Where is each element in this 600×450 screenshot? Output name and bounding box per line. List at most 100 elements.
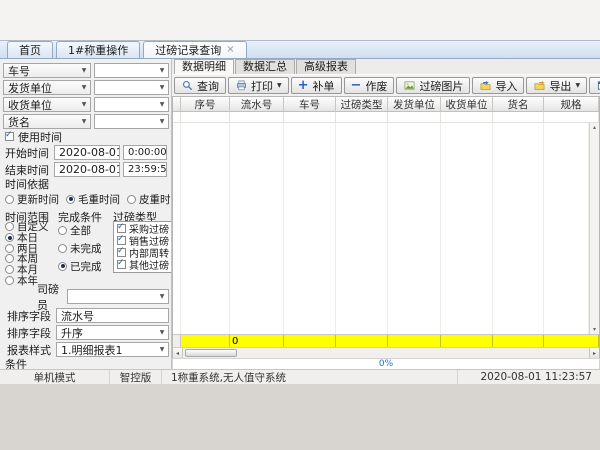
finish-state-label: 完成条件 (58, 209, 110, 219)
vehicle-field-label: 车号 (8, 63, 30, 78)
start-time-row: 开始时间 2020-08-01 ▼ 0:00:00 ▴ ▾ (3, 145, 169, 160)
col-seq[interactable]: 序号 (181, 97, 230, 112)
void-button[interactable]: − 作废 (344, 77, 395, 94)
vertical-scrollbar[interactable]: ▴ ▾ (589, 123, 599, 334)
radio-custom-range[interactable] (5, 222, 14, 231)
start-time-spinner[interactable]: 0:00:00 ▴ ▾ (123, 145, 167, 160)
receiver-value-combo[interactable]: ▼ (94, 97, 169, 112)
chevron-down-icon[interactable]: ▼ (156, 346, 168, 353)
chevron-down-icon[interactable]: ▼ (277, 82, 282, 89)
radio-this-week[interactable] (5, 254, 14, 263)
chevron-down-icon[interactable]: ▼ (78, 67, 90, 74)
shipper-field-select[interactable]: 发货单位 ▼ (3, 80, 91, 95)
chevron-down-icon[interactable]: ▼ (78, 118, 90, 125)
col-shipper[interactable]: 发货单位 (388, 97, 441, 112)
status-edition: 智控版 (110, 370, 162, 384)
checkbox-other-weigh[interactable] (117, 260, 126, 269)
sort-field-input[interactable]: 流水号 (56, 308, 169, 323)
chevron-down-icon[interactable]: ▼ (156, 101, 168, 108)
sort-order-select[interactable]: 升序 ▼ (56, 325, 169, 340)
status-datetime: 2020-08-01 11:23:57 (458, 370, 600, 384)
finish-state-group: 完成条件 全部 未完成 已完成 (58, 209, 110, 285)
chevron-down-icon[interactable]: ▼ (156, 293, 168, 300)
import-button[interactable]: 导入 (472, 77, 524, 94)
export-button[interactable]: 导出 ▼ (526, 77, 587, 94)
report-style-label: 报表样式 (3, 342, 53, 358)
start-date-picker[interactable]: 2020-08-01 ▼ (54, 145, 120, 160)
tab-weigh-record-query[interactable]: 过磅记录查询 × (143, 41, 246, 58)
scroll-up-icon[interactable]: ▴ (593, 124, 596, 131)
supplement-button[interactable]: + 补单 (291, 77, 342, 94)
col-vehicle[interactable]: 车号 (284, 97, 336, 112)
radio-finished[interactable] (58, 262, 67, 271)
tab-weigh-operation[interactable]: 1#称重操作 (56, 41, 140, 58)
close-icon[interactable]: × (226, 45, 234, 55)
radio-today[interactable] (5, 233, 14, 242)
tab-advanced-report[interactable]: 高级报表 (296, 59, 356, 74)
summary-seq-cell (181, 335, 230, 347)
shipper-value-combo[interactable]: ▼ (94, 80, 169, 95)
radio-tare-time[interactable] (127, 195, 136, 204)
end-time-spinner[interactable]: 23:59:59 ▴ ▾ (123, 162, 167, 177)
scrollbar-thumb[interactable] (185, 349, 237, 357)
col-goods[interactable]: 货名 (493, 97, 544, 112)
print-button[interactable]: 打印 ▼ (228, 77, 289, 94)
tab-data-summary[interactable]: 数据汇总 (235, 59, 295, 74)
scroll-left-icon[interactable]: ◂ (173, 348, 183, 358)
use-time-checkbox[interactable] (5, 132, 14, 141)
radio-two-days[interactable] (5, 244, 14, 253)
search-icon (181, 80, 193, 92)
vehicle-value-combo[interactable]: ▼ (94, 63, 169, 78)
radio-this-year[interactable] (5, 276, 14, 285)
start-time-label: 开始时间 (3, 145, 51, 161)
query-button[interactable]: 查询 (174, 77, 226, 94)
col-weigh-type[interactable]: 过磅类型 (336, 97, 388, 112)
col-spec[interactable]: 规格 (544, 97, 599, 112)
grid-body[interactable] (173, 123, 589, 334)
end-time-row: 结束时间 2020-08-01 ▼ 23:59:59 ▴ ▾ (3, 162, 169, 177)
chevron-down-icon[interactable]: ▼ (156, 84, 168, 91)
time-range-group: 时间范围 自定义 本日 两日 本周 本月 本年 (5, 209, 55, 285)
tab-home[interactable]: 首页 (7, 41, 53, 58)
radio-gross-time[interactable] (66, 195, 75, 204)
goods-field-select[interactable]: 货名 ▼ (3, 114, 91, 129)
col-receiver[interactable]: 收货单位 (441, 97, 493, 112)
chevron-down-icon[interactable]: ▼ (156, 67, 168, 74)
weigh-type-box: 采购过磅 销售过磅 内部周转 其他过磅 (113, 221, 172, 273)
radio-update-time[interactable] (5, 195, 14, 204)
plus-icon: + (298, 80, 309, 92)
horizontal-scrollbar[interactable]: ◂ ▸ (173, 347, 599, 358)
receiver-field-select[interactable]: 收货单位 ▼ (3, 97, 91, 112)
checkbox-sales-weigh[interactable] (117, 236, 126, 245)
filter-row-vehicle: 车号 ▼ ▼ (3, 63, 169, 78)
chevron-down-icon[interactable]: ▼ (156, 118, 168, 125)
scroll-right-icon[interactable]: ▸ (589, 348, 599, 358)
tab-data-detail[interactable]: 数据明细 (174, 59, 234, 74)
row-indicator-header (173, 97, 181, 112)
grid-header: 序号 流水号 车号 过磅类型 发货单位 收货单位 货名 规格 (173, 97, 599, 112)
chevron-down-icon[interactable]: ▼ (78, 101, 90, 108)
goods-value-combo[interactable]: ▼ (94, 114, 169, 129)
radio-all[interactable] (58, 226, 67, 235)
settings-button[interactable]: 设置 (589, 77, 600, 94)
chevron-down-icon[interactable]: ▼ (575, 82, 580, 89)
checkbox-internal-transfer[interactable] (117, 248, 126, 257)
chevron-down-icon[interactable]: ▼ (156, 329, 168, 336)
weigh-image-button[interactable]: 过磅图片 (396, 77, 470, 94)
radio-unfinished[interactable] (58, 244, 67, 253)
report-style-select[interactable]: 1.明细报表1 ▼ (56, 342, 169, 357)
weigher-combo[interactable]: ▼ (67, 289, 169, 304)
grid-empty-row[interactable] (173, 112, 599, 123)
col-serial[interactable]: 流水号 (230, 97, 284, 112)
end-date-picker[interactable]: 2020-08-01 ▼ (54, 162, 120, 177)
filter-panel: 车号 ▼ ▼ 发货单位 ▼ ▼ (0, 59, 172, 369)
checkbox-purchase-weigh[interactable] (117, 224, 126, 233)
chevron-down-icon[interactable]: ▼ (78, 84, 90, 91)
scroll-down-icon[interactable]: ▾ (593, 326, 596, 333)
vehicle-field-select[interactable]: 车号 ▼ (3, 63, 91, 78)
radio-this-month[interactable] (5, 265, 14, 274)
tab-home-label: 首页 (19, 43, 41, 58)
use-time-row: 使用时间 (5, 131, 169, 142)
weigh-type-label: 过磅类型 (113, 209, 172, 219)
summary-count-cell: 0 (230, 335, 284, 347)
